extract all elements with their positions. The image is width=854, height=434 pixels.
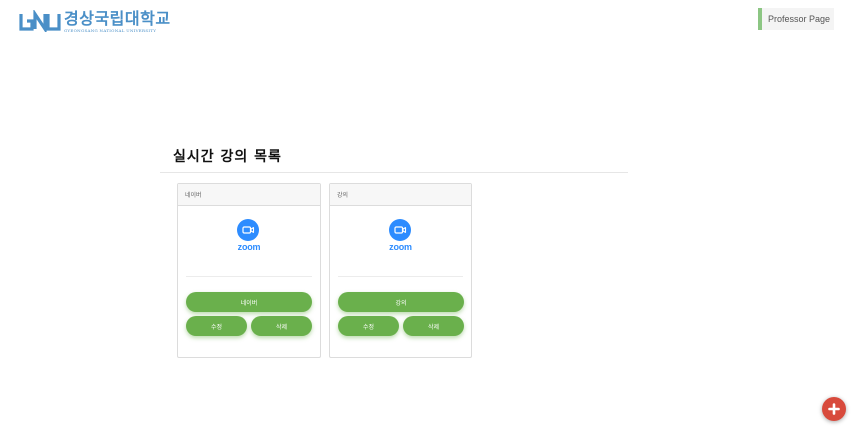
logo-english-name: Gyeongsang National University — [64, 28, 157, 33]
zoom-camera-icon — [389, 219, 411, 241]
plus-icon — [828, 403, 840, 415]
zoom-wordmark: zoom — [237, 242, 261, 252]
edit-button[interactable]: 수정 — [186, 316, 247, 336]
title-divider — [160, 172, 628, 173]
lecture-card-title: 강의 — [330, 184, 471, 206]
lecture-card: 강의 zoom 강의 수정 삭제 — [329, 183, 472, 358]
university-logo[interactable]: 경상국립대학교 Gyeongsang National University — [19, 10, 171, 33]
professor-page-link[interactable]: Professor Page — [758, 8, 834, 30]
lecture-card-title: 네이버 — [178, 184, 320, 206]
gnu-logo-mark-icon — [19, 10, 61, 32]
zoom-camera-icon — [237, 219, 259, 241]
zoom-wordmark: zoom — [389, 242, 412, 252]
add-lecture-button[interactable] — [822, 397, 846, 421]
card-divider — [338, 276, 463, 277]
join-lecture-button[interactable]: 강의 — [338, 292, 464, 312]
delete-button[interactable]: 삭제 — [403, 316, 464, 336]
page-title: 실시간 강의 목록 — [173, 149, 282, 165]
logo-korean-name: 경상국립대학교 — [64, 9, 171, 28]
card-divider — [186, 276, 312, 277]
header: 경상국립대학교 Gyeongsang National University P… — [0, 0, 854, 42]
join-lecture-button[interactable]: 네이버 — [186, 292, 312, 312]
lecture-card: 네이버 zoom 네이버 수정 삭제 — [177, 183, 321, 358]
edit-button[interactable]: 수정 — [338, 316, 399, 336]
delete-button[interactable]: 삭제 — [251, 316, 312, 336]
